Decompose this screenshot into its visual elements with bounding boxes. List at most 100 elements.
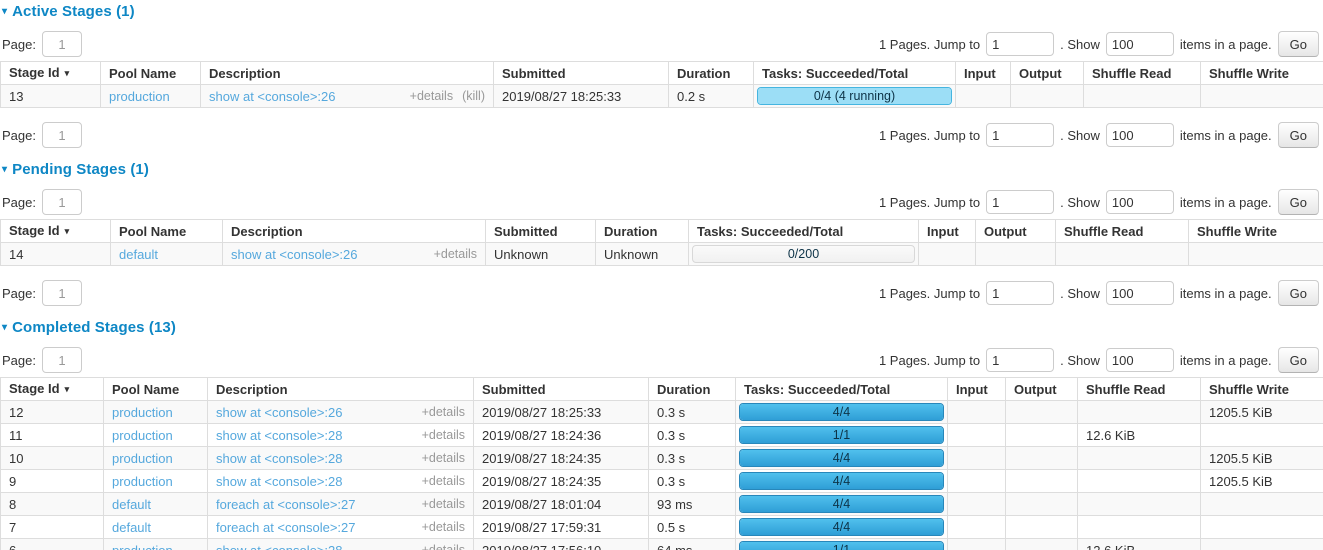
jump-to-page-input[interactable] [986,281,1054,305]
col-header-output[interactable]: Output [976,220,1056,243]
section-title-text: Pending Stages (1) [12,161,149,178]
pool-name-link[interactable]: production [112,543,173,550]
col-header-stage-id[interactable]: Stage Id▾ [1,62,101,85]
pool-name-link[interactable]: production [112,451,173,466]
pool-name-link[interactable]: production [112,405,173,420]
col-header-input[interactable]: Input [919,220,976,243]
pool-name-link[interactable]: default [119,247,158,262]
table-row: 10productionshow at <console>:28+details… [1,447,1323,470]
section-title-text: Completed Stages (13) [12,319,176,336]
completed-stages-title[interactable]: ▾Completed Stages (13) [2,319,1323,336]
active-stages-title[interactable]: ▾Active Stages (1) [2,0,1323,20]
details-link[interactable]: +details [422,473,465,490]
go-button[interactable]: Go [1278,122,1319,148]
go-button[interactable]: Go [1278,189,1319,215]
details-link[interactable]: +details [410,88,453,105]
sort-desc-icon: ▾ [65,384,70,394]
show-items-input[interactable] [1106,348,1174,372]
col-header-shuffle-write[interactable]: Shuffle Write [1189,220,1323,243]
page-input[interactable] [42,31,82,57]
pool-name-cell: default [104,493,208,516]
table-row: 12productionshow at <console>:26+details… [1,401,1323,424]
details-link[interactable]: +details [422,542,465,550]
description-link[interactable]: foreach at <console>:27 [216,496,422,513]
go-button[interactable]: Go [1278,347,1319,373]
pages-count-text: 1 Pages. Jump to [879,195,980,210]
col-header-description[interactable]: Description [201,62,494,85]
show-items-input[interactable] [1106,281,1174,305]
col-header-shuffle-read[interactable]: Shuffle Read [1084,62,1201,85]
col-header-input[interactable]: Input [956,62,1011,85]
shuffle-read-cell: 12.6 KiB [1078,424,1201,447]
col-header-label: Input [956,382,988,397]
pool-name-link[interactable]: default [112,497,151,512]
pool-name-link[interactable]: production [112,428,173,443]
description-link[interactable]: show at <console>:28 [216,542,422,550]
tasks-progress-label: 4/4 [740,496,943,512]
col-header-tasks-succeeded-total[interactable]: Tasks: Succeeded/Total [754,62,956,85]
page-input[interactable] [42,347,82,373]
description-link[interactable]: show at <console>:26 [231,246,434,263]
col-header-shuffle-read[interactable]: Shuffle Read [1056,220,1189,243]
page-input[interactable] [42,189,82,215]
description-link[interactable]: show at <console>:26 [216,404,422,421]
col-header-description[interactable]: Description [223,220,486,243]
col-header-description[interactable]: Description [208,378,474,401]
jump-to-page-input[interactable] [986,190,1054,214]
shuffle-write-cell: 1205.5 KiB [1201,401,1323,424]
page-input[interactable] [42,280,82,306]
kill-link[interactable]: (kill) [462,88,485,105]
pending-stages-title[interactable]: ▾Pending Stages (1) [2,161,1323,178]
description-cell-content: show at <console>:26+details [231,246,477,263]
col-header-submitted[interactable]: Submitted [474,378,649,401]
details-link[interactable]: +details [422,450,465,467]
col-header-pool-name[interactable]: Pool Name [104,378,208,401]
tasks-cell: 4/4 [736,470,948,493]
pool-name-link[interactable]: default [112,520,151,535]
show-items-input[interactable] [1106,190,1174,214]
description-link[interactable]: show at <console>:28 [216,450,422,467]
tasks-progress-bar: 4/4 [739,403,944,421]
col-header-input[interactable]: Input [948,378,1006,401]
details-link[interactable]: +details [422,404,465,421]
items-per-page-label: items in a page. [1180,128,1272,143]
description-link[interactable]: show at <console>:28 [216,427,422,444]
show-items-input[interactable] [1106,123,1174,147]
jump-to-page-input[interactable] [986,123,1054,147]
pool-name-cell: production [104,401,208,424]
description-link[interactable]: foreach at <console>:27 [216,519,422,536]
details-link[interactable]: +details [422,519,465,536]
jump-to-page-input[interactable] [986,348,1054,372]
col-header-stage-id[interactable]: Stage Id▾ [1,220,111,243]
col-header-submitted[interactable]: Submitted [486,220,596,243]
details-link[interactable]: +details [422,496,465,513]
jump-to-page-input[interactable] [986,32,1054,56]
col-header-tasks-succeeded-total[interactable]: Tasks: Succeeded/Total [736,378,948,401]
col-header-output[interactable]: Output [1006,378,1078,401]
tasks-cell: 0/200 [689,243,919,266]
page-input[interactable] [42,122,82,148]
show-label: . Show [1060,128,1100,143]
pool-name-link[interactable]: production [109,89,170,104]
col-header-submitted[interactable]: Submitted [494,62,669,85]
description-link[interactable]: show at <console>:28 [216,473,422,490]
col-header-shuffle-write[interactable]: Shuffle Write [1201,62,1323,85]
details-link[interactable]: +details [434,246,477,263]
col-header-output[interactable]: Output [1011,62,1084,85]
pool-name-link[interactable]: production [112,474,173,489]
description-link[interactable]: show at <console>:26 [209,88,410,105]
col-header-duration[interactable]: Duration [596,220,689,243]
col-header-duration[interactable]: Duration [669,62,754,85]
go-button[interactable]: Go [1278,31,1319,57]
col-header-duration[interactable]: Duration [649,378,736,401]
show-items-input[interactable] [1106,32,1174,56]
input-cell [948,539,1006,550]
details-link[interactable]: +details [422,427,465,444]
go-button[interactable]: Go [1278,280,1319,306]
col-header-stage-id[interactable]: Stage Id▾ [1,378,104,401]
col-header-shuffle-read[interactable]: Shuffle Read [1078,378,1201,401]
col-header-pool-name[interactable]: Pool Name [111,220,223,243]
col-header-tasks-succeeded-total[interactable]: Tasks: Succeeded/Total [689,220,919,243]
col-header-pool-name[interactable]: Pool Name [101,62,201,85]
col-header-shuffle-write[interactable]: Shuffle Write [1201,378,1323,401]
